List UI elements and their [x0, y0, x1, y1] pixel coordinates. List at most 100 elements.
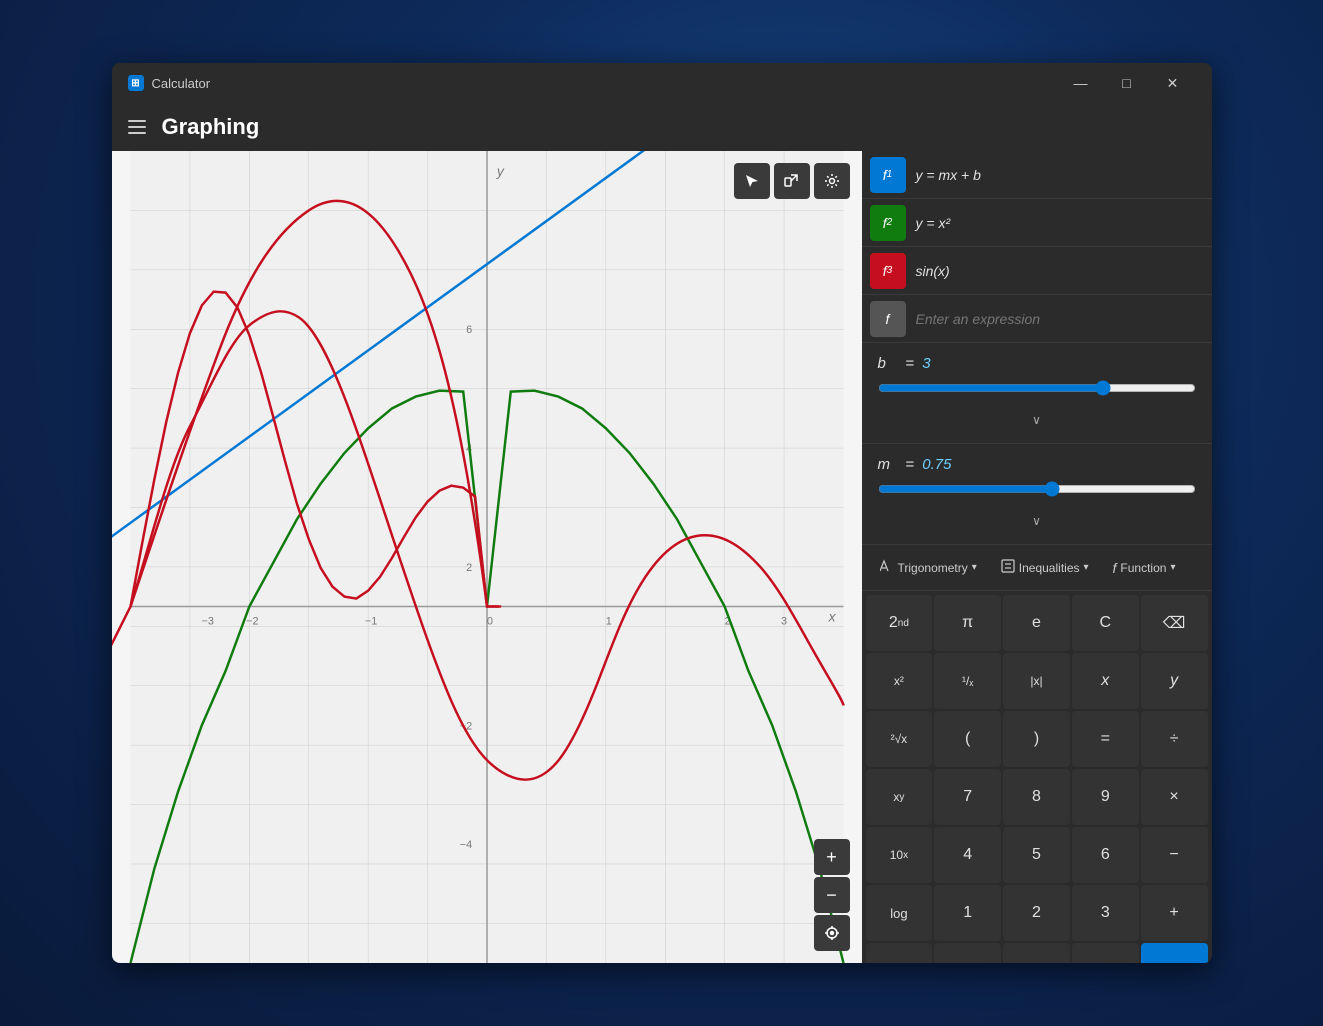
key-10-to-x[interactable]: 10x	[866, 827, 933, 883]
var-b-label: b	[878, 355, 898, 372]
key-left-arrow[interactable]: ←	[934, 943, 1001, 963]
key-equals[interactable]: =	[1072, 711, 1139, 767]
variable-m-row: m = 0.75	[878, 456, 1196, 473]
key-x[interactable]: x	[1072, 653, 1139, 709]
variable-b-row: b = 3	[878, 355, 1196, 372]
trig-dropdown-arrow: ▾	[972, 562, 977, 573]
key-e[interactable]: e	[1003, 595, 1070, 651]
calculator-section: Trigonometry ▾ Inequaliti	[862, 545, 1212, 963]
key-2[interactable]: 2	[1003, 885, 1070, 941]
variable-b-section: b = 3 ∨	[862, 343, 1212, 444]
calc-toolbar: Trigonometry ▾ Inequaliti	[862, 545, 1212, 591]
f2-expr: y = x²	[916, 215, 951, 231]
calculator-window: ⊞ Calculator — □ ✕ Graphing	[112, 63, 1212, 963]
cursor-tool-button[interactable]	[734, 163, 770, 199]
f1-badge: f1	[870, 157, 906, 193]
main-area: y x 6 4 2 −2 −4 −2 −1 0 1 2 −3 3	[112, 151, 1212, 963]
key-x-squared[interactable]: x²	[866, 653, 933, 709]
var-m-eq: =	[906, 456, 915, 473]
zoom-in-button[interactable]: +	[814, 839, 850, 875]
key-1[interactable]: 1	[934, 885, 1001, 941]
share-button[interactable]	[774, 163, 810, 199]
key-reciprocal[interactable]: ¹/ₓ	[934, 653, 1001, 709]
svg-text:0: 0	[486, 615, 492, 627]
svg-text:−3: −3	[201, 615, 213, 627]
trig-icon	[880, 559, 894, 576]
app-title: Calculator	[152, 76, 1058, 91]
key-sqrt[interactable]: ²√x	[866, 711, 933, 767]
inequalities-button[interactable]: Inequalities ▾	[991, 553, 1099, 582]
key-abs[interactable]: |x|	[1003, 653, 1070, 709]
slider-m[interactable]	[878, 481, 1196, 497]
key-y[interactable]: y	[1141, 653, 1208, 709]
f2-badge: f2	[870, 205, 906, 241]
svg-text:6: 6	[466, 324, 472, 336]
function-row-1[interactable]: f1 y = mx + b	[862, 151, 1212, 199]
minimize-button[interactable]: —	[1058, 63, 1104, 103]
key-backspace[interactable]: ⌫	[1141, 595, 1208, 651]
key-6[interactable]: 6	[1072, 827, 1139, 883]
functions-list: f1 y = mx + b f2 y = x² f3	[862, 151, 1212, 343]
key-log[interactable]: log	[866, 885, 933, 941]
f3-expr: sin(x)	[916, 263, 950, 279]
ineq-icon	[1001, 559, 1015, 576]
key-multiply[interactable]: ×	[1141, 769, 1208, 825]
zoom-fit-button[interactable]	[814, 915, 850, 951]
svg-text:−2: −2	[246, 615, 258, 627]
key-pi[interactable]: π	[934, 595, 1001, 651]
svg-text:−4: −4	[459, 839, 471, 851]
key-3[interactable]: 3	[1072, 885, 1139, 941]
app-icon: ⊞	[128, 75, 144, 91]
function-input[interactable]	[916, 311, 1204, 327]
key-8[interactable]: 8	[1003, 769, 1070, 825]
trigonometry-button[interactable]: Trigonometry ▾	[870, 553, 987, 582]
key-divide[interactable]: ÷	[1141, 711, 1208, 767]
key-2nd[interactable]: 2nd	[866, 595, 933, 651]
key-0[interactable]: 0	[1003, 943, 1070, 963]
svg-text:3: 3	[781, 615, 787, 627]
f1-expr: y = mx + b	[916, 167, 981, 183]
key-x-to-y[interactable]: xy	[866, 769, 933, 825]
maximize-button[interactable]: □	[1104, 63, 1150, 103]
slider-b[interactable]	[878, 380, 1196, 396]
svg-text:2: 2	[466, 562, 472, 574]
var-m-value: 0.75	[922, 456, 962, 473]
graph-area: y x 6 4 2 −2 −4 −2 −1 0 1 2 −3 3	[112, 151, 862, 963]
svg-text:−1: −1	[364, 615, 376, 627]
window-controls: — □ ✕	[1058, 63, 1196, 103]
key-open-paren[interactable]: (	[934, 711, 1001, 767]
menu-button[interactable]	[128, 120, 146, 134]
func-icon: f	[1113, 560, 1117, 576]
func-label: Function	[1120, 561, 1166, 575]
key-decimal[interactable]: .	[1072, 943, 1139, 963]
zoom-out-button[interactable]: −	[814, 877, 850, 913]
key-clear[interactable]: C	[1072, 595, 1139, 651]
function-button[interactable]: f Function ▾	[1103, 554, 1186, 582]
ineq-label: Inequalities	[1019, 561, 1080, 575]
func-dropdown-arrow: ▾	[1170, 562, 1175, 573]
slider-b-container	[878, 380, 1196, 401]
key-enter[interactable]: ↵	[1141, 943, 1208, 963]
key-add[interactable]: +	[1141, 885, 1208, 941]
slider-m-container	[878, 481, 1196, 502]
key-7[interactable]: 7	[934, 769, 1001, 825]
settings-graph-button[interactable]	[814, 163, 850, 199]
ineq-dropdown-arrow: ▾	[1084, 562, 1089, 573]
key-5[interactable]: 5	[1003, 827, 1070, 883]
key-close-paren[interactable]: )	[1003, 711, 1070, 767]
right-panel: f1 y = mx + b f2 y = x² f3	[862, 151, 1212, 963]
close-button[interactable]: ✕	[1150, 63, 1196, 103]
collapse-m-button[interactable]: ∨	[878, 510, 1196, 532]
zoom-controls: + −	[814, 839, 850, 951]
collapse-b-button[interactable]: ∨	[878, 409, 1196, 431]
trig-label: Trigonometry	[898, 561, 968, 575]
function-row-4[interactable]: f	[862, 295, 1212, 343]
key-subtract[interactable]: −	[1141, 827, 1208, 883]
function-row-3[interactable]: f3 sin(x)	[862, 247, 1212, 295]
key-ln[interactable]: ln	[866, 943, 933, 963]
function-row-2[interactable]: f2 y = x²	[862, 199, 1212, 247]
f4-badge: f	[870, 301, 906, 337]
key-4[interactable]: 4	[934, 827, 1001, 883]
key-9[interactable]: 9	[1072, 769, 1139, 825]
graph-canvas: y x 6 4 2 −2 −4 −2 −1 0 1 2 −3 3	[112, 151, 862, 963]
